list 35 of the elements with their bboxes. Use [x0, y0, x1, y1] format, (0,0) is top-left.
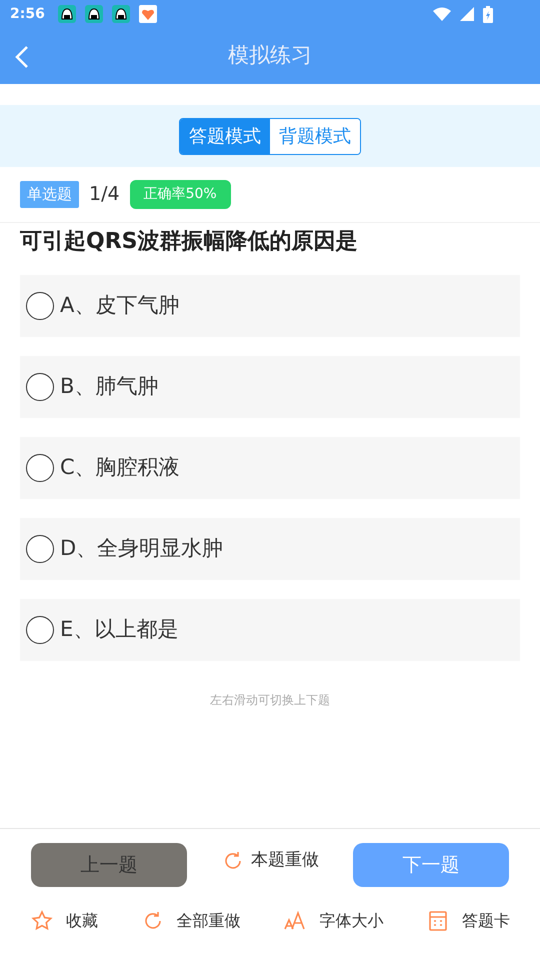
- radio-button[interactable]: [26, 535, 54, 563]
- answer-option[interactable]: A、皮下气肿: [20, 275, 520, 337]
- answer-option[interactable]: B、肺气肿: [20, 356, 520, 418]
- back-icon: [15, 45, 29, 69]
- wifi-icon: [433, 7, 451, 21]
- answer-option[interactable]: C、胸腔积液: [20, 437, 520, 499]
- heart-hands-icon: [138, 5, 157, 23]
- option-label: E、以上都是: [60, 616, 178, 644]
- option-label: A、皮下气肿: [60, 292, 180, 320]
- toolbar-button[interactable]: 全部重做: [140, 909, 241, 933]
- signal-icon: [460, 7, 474, 21]
- battery-icon: [483, 6, 493, 22]
- option-label: B、肺气肿: [60, 373, 158, 400]
- radio-button[interactable]: [26, 616, 54, 644]
- option-label: C、胸腔积液: [60, 454, 180, 482]
- page-title: 模拟练习: [228, 42, 312, 70]
- radio-button[interactable]: [26, 373, 54, 401]
- toolbar-button[interactable]: 答题卡: [426, 909, 510, 933]
- accuracy-badge: 正确率50%: [130, 180, 231, 209]
- toolbar-button[interactable]: 收藏: [30, 909, 98, 933]
- app-notification-icon: [112, 5, 130, 23]
- status-time: 2:56: [10, 4, 45, 24]
- radio-button[interactable]: [26, 454, 54, 482]
- app-notification-icon: [84, 5, 103, 23]
- option-label: D、全身明显水肿: [60, 535, 224, 562]
- radio-button[interactable]: [26, 292, 54, 320]
- answer-option[interactable]: E、以上都是: [20, 599, 520, 661]
- star-icon: [30, 909, 54, 933]
- swipe-hint: 左右滑动可切换上下题: [209, 692, 331, 709]
- question-type-badge: 单选题: [20, 181, 79, 208]
- redo-question-button[interactable]: 本题重做: [221, 848, 319, 874]
- toolbar-button[interactable]: 字体大小: [283, 909, 384, 933]
- app-notification-icon: [58, 5, 76, 23]
- question-text: 可引起QRS波群振幅降低的原因是: [19, 228, 358, 256]
- answer-option[interactable]: D、全身明显水肿: [20, 518, 520, 580]
